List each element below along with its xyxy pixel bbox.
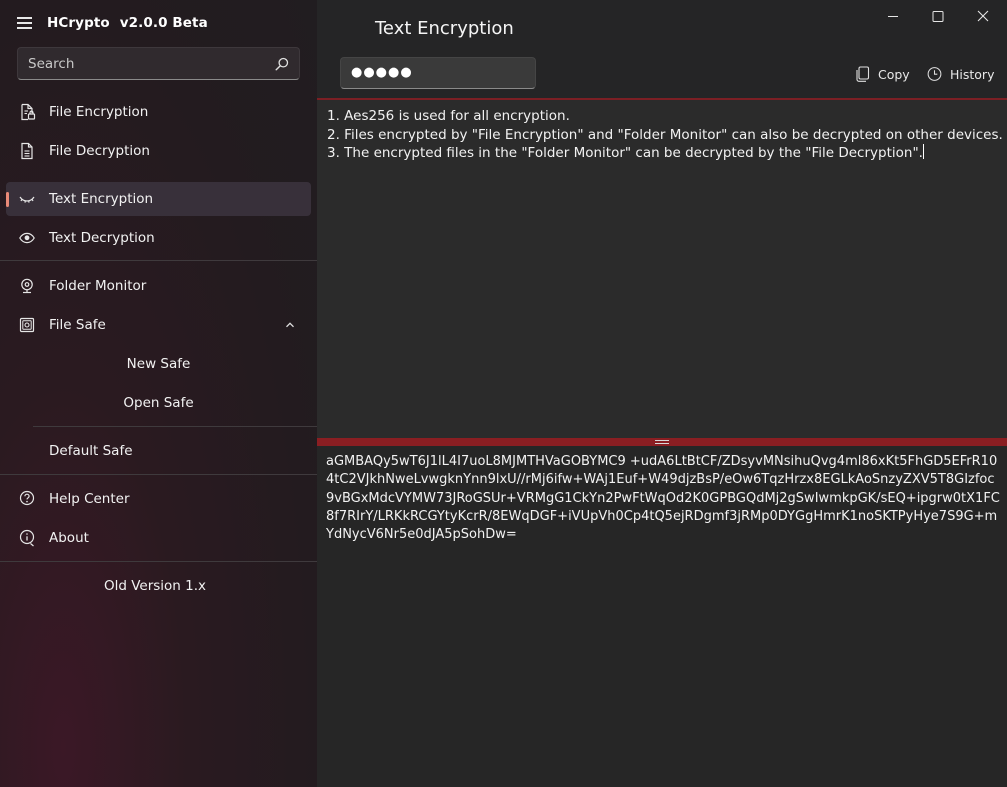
safe-icon	[19, 317, 35, 333]
ciphertext-content: aGMBAQy5wT6J1lL4I7uoL8MJMTHVaGOBYMC9 +ud…	[326, 454, 1000, 543]
sidebar-divider	[0, 260, 317, 261]
page-title: Text Encryption	[375, 18, 514, 39]
close-icon[interactable]	[972, 6, 994, 28]
sidebar-item-label: Text Decryption	[49, 230, 155, 246]
text-line: 3. The encrypted files in the "Folder Mo…	[327, 145, 923, 161]
search-icon[interactable]	[275, 57, 289, 71]
sidebar-item-file-decryption[interactable]: File Decryption	[6, 134, 311, 168]
sidebar-item-label: File Safe	[49, 317, 106, 333]
sidebar-item-text-decryption[interactable]: Text Decryption	[6, 221, 311, 255]
sidebar-subitem-label: New Safe	[126, 356, 191, 372]
file-icon	[21, 142, 33, 160]
sidebar-item-label: Folder Monitor	[49, 278, 147, 294]
webcam-icon	[21, 278, 33, 294]
main-content: Text Encryption ●●●●● Copy History 1. Ae…	[317, 0, 1007, 787]
sidebar-subitem-label: Open Safe	[123, 395, 194, 411]
app-version: v2.0.0 Beta	[119, 15, 208, 31]
sidebar-item-default-safe[interactable]: Default Safe	[6, 434, 311, 468]
hamburger-menu-icon[interactable]	[17, 17, 32, 29]
maximize-icon[interactable]	[927, 6, 949, 28]
search-box[interactable]	[17, 47, 300, 80]
eye-closed-icon	[19, 196, 35, 203]
history-label: History	[950, 67, 995, 82]
text-line: 1. Aes256 is used for all encryption.	[327, 108, 570, 124]
app-name: HCrypto	[47, 15, 110, 31]
sidebar-subitem-new-safe[interactable]: New Safe	[6, 347, 311, 381]
sidebar-item-file-safe[interactable]: File Safe	[6, 308, 311, 342]
sidebar-item-label: About	[49, 530, 89, 546]
old-version-label: Old Version 1.x	[103, 578, 207, 594]
eye-icon	[19, 232, 35, 244]
sidebar-item-help-center[interactable]: Help Center	[6, 482, 311, 516]
sidebar-item-folder-monitor[interactable]: Folder Monitor	[6, 269, 311, 303]
app-header: HCrypto v2.0.0 Beta	[0, 0, 317, 48]
grip-handle-icon[interactable]	[655, 440, 669, 444]
password-mask: ●●●●●	[351, 65, 413, 80]
question-icon	[19, 490, 35, 506]
history-clock-icon	[927, 67, 942, 81]
sidebar-item-label: File Decryption	[49, 143, 150, 159]
copy-button[interactable]: Copy	[855, 64, 915, 86]
history-button[interactable]: History	[927, 64, 1001, 86]
old-version-link[interactable]: Old Version 1.x	[0, 569, 310, 603]
info-icon	[19, 529, 35, 547]
chevron-up-icon[interactable]	[285, 320, 295, 330]
sidebar-item-label: File Encryption	[49, 104, 149, 120]
sidebar-item-label: Text Encryption	[49, 191, 154, 207]
copy-icon	[856, 66, 870, 82]
text-line: 2. Files encrypted by "File Encryption" …	[327, 126, 1003, 143]
plaintext-content: 1. Aes256 is used for all encryption. 2.…	[327, 107, 1003, 163]
minimize-icon[interactable]	[882, 6, 904, 28]
sidebar-subitem-open-safe[interactable]: Open Safe	[6, 386, 311, 420]
sidebar-item-file-encryption[interactable]: File Encryption	[6, 95, 311, 129]
password-field[interactable]: ●●●●●	[340, 57, 536, 89]
text-caret	[922, 144, 924, 159]
sidebar-item-label: Default Safe	[49, 443, 133, 459]
sidebar-divider	[33, 426, 317, 427]
ciphertext-output[interactable]: aGMBAQy5wT6J1lL4I7uoL8MJMTHVaGOBYMC9 +ud…	[317, 446, 1007, 787]
sidebar: HCrypto v2.0.0 Beta File Encryption	[0, 0, 317, 787]
sidebar-item-text-encryption[interactable]: Text Encryption	[6, 182, 311, 216]
sidebar-item-label: Help Center	[49, 491, 130, 507]
plaintext-input[interactable]: 1. Aes256 is used for all encryption. 2.…	[317, 100, 1007, 438]
copy-label: Copy	[878, 67, 910, 82]
app-title: HCrypto v2.0.0 Beta	[47, 15, 208, 31]
sidebar-divider	[0, 474, 317, 475]
search-input[interactable]	[28, 55, 268, 73]
sidebar-divider	[0, 561, 317, 562]
pane-splitter[interactable]	[317, 438, 1007, 446]
selection-indicator	[6, 192, 9, 207]
file-lock-icon	[21, 103, 36, 121]
sidebar-item-about[interactable]: About	[6, 521, 311, 555]
